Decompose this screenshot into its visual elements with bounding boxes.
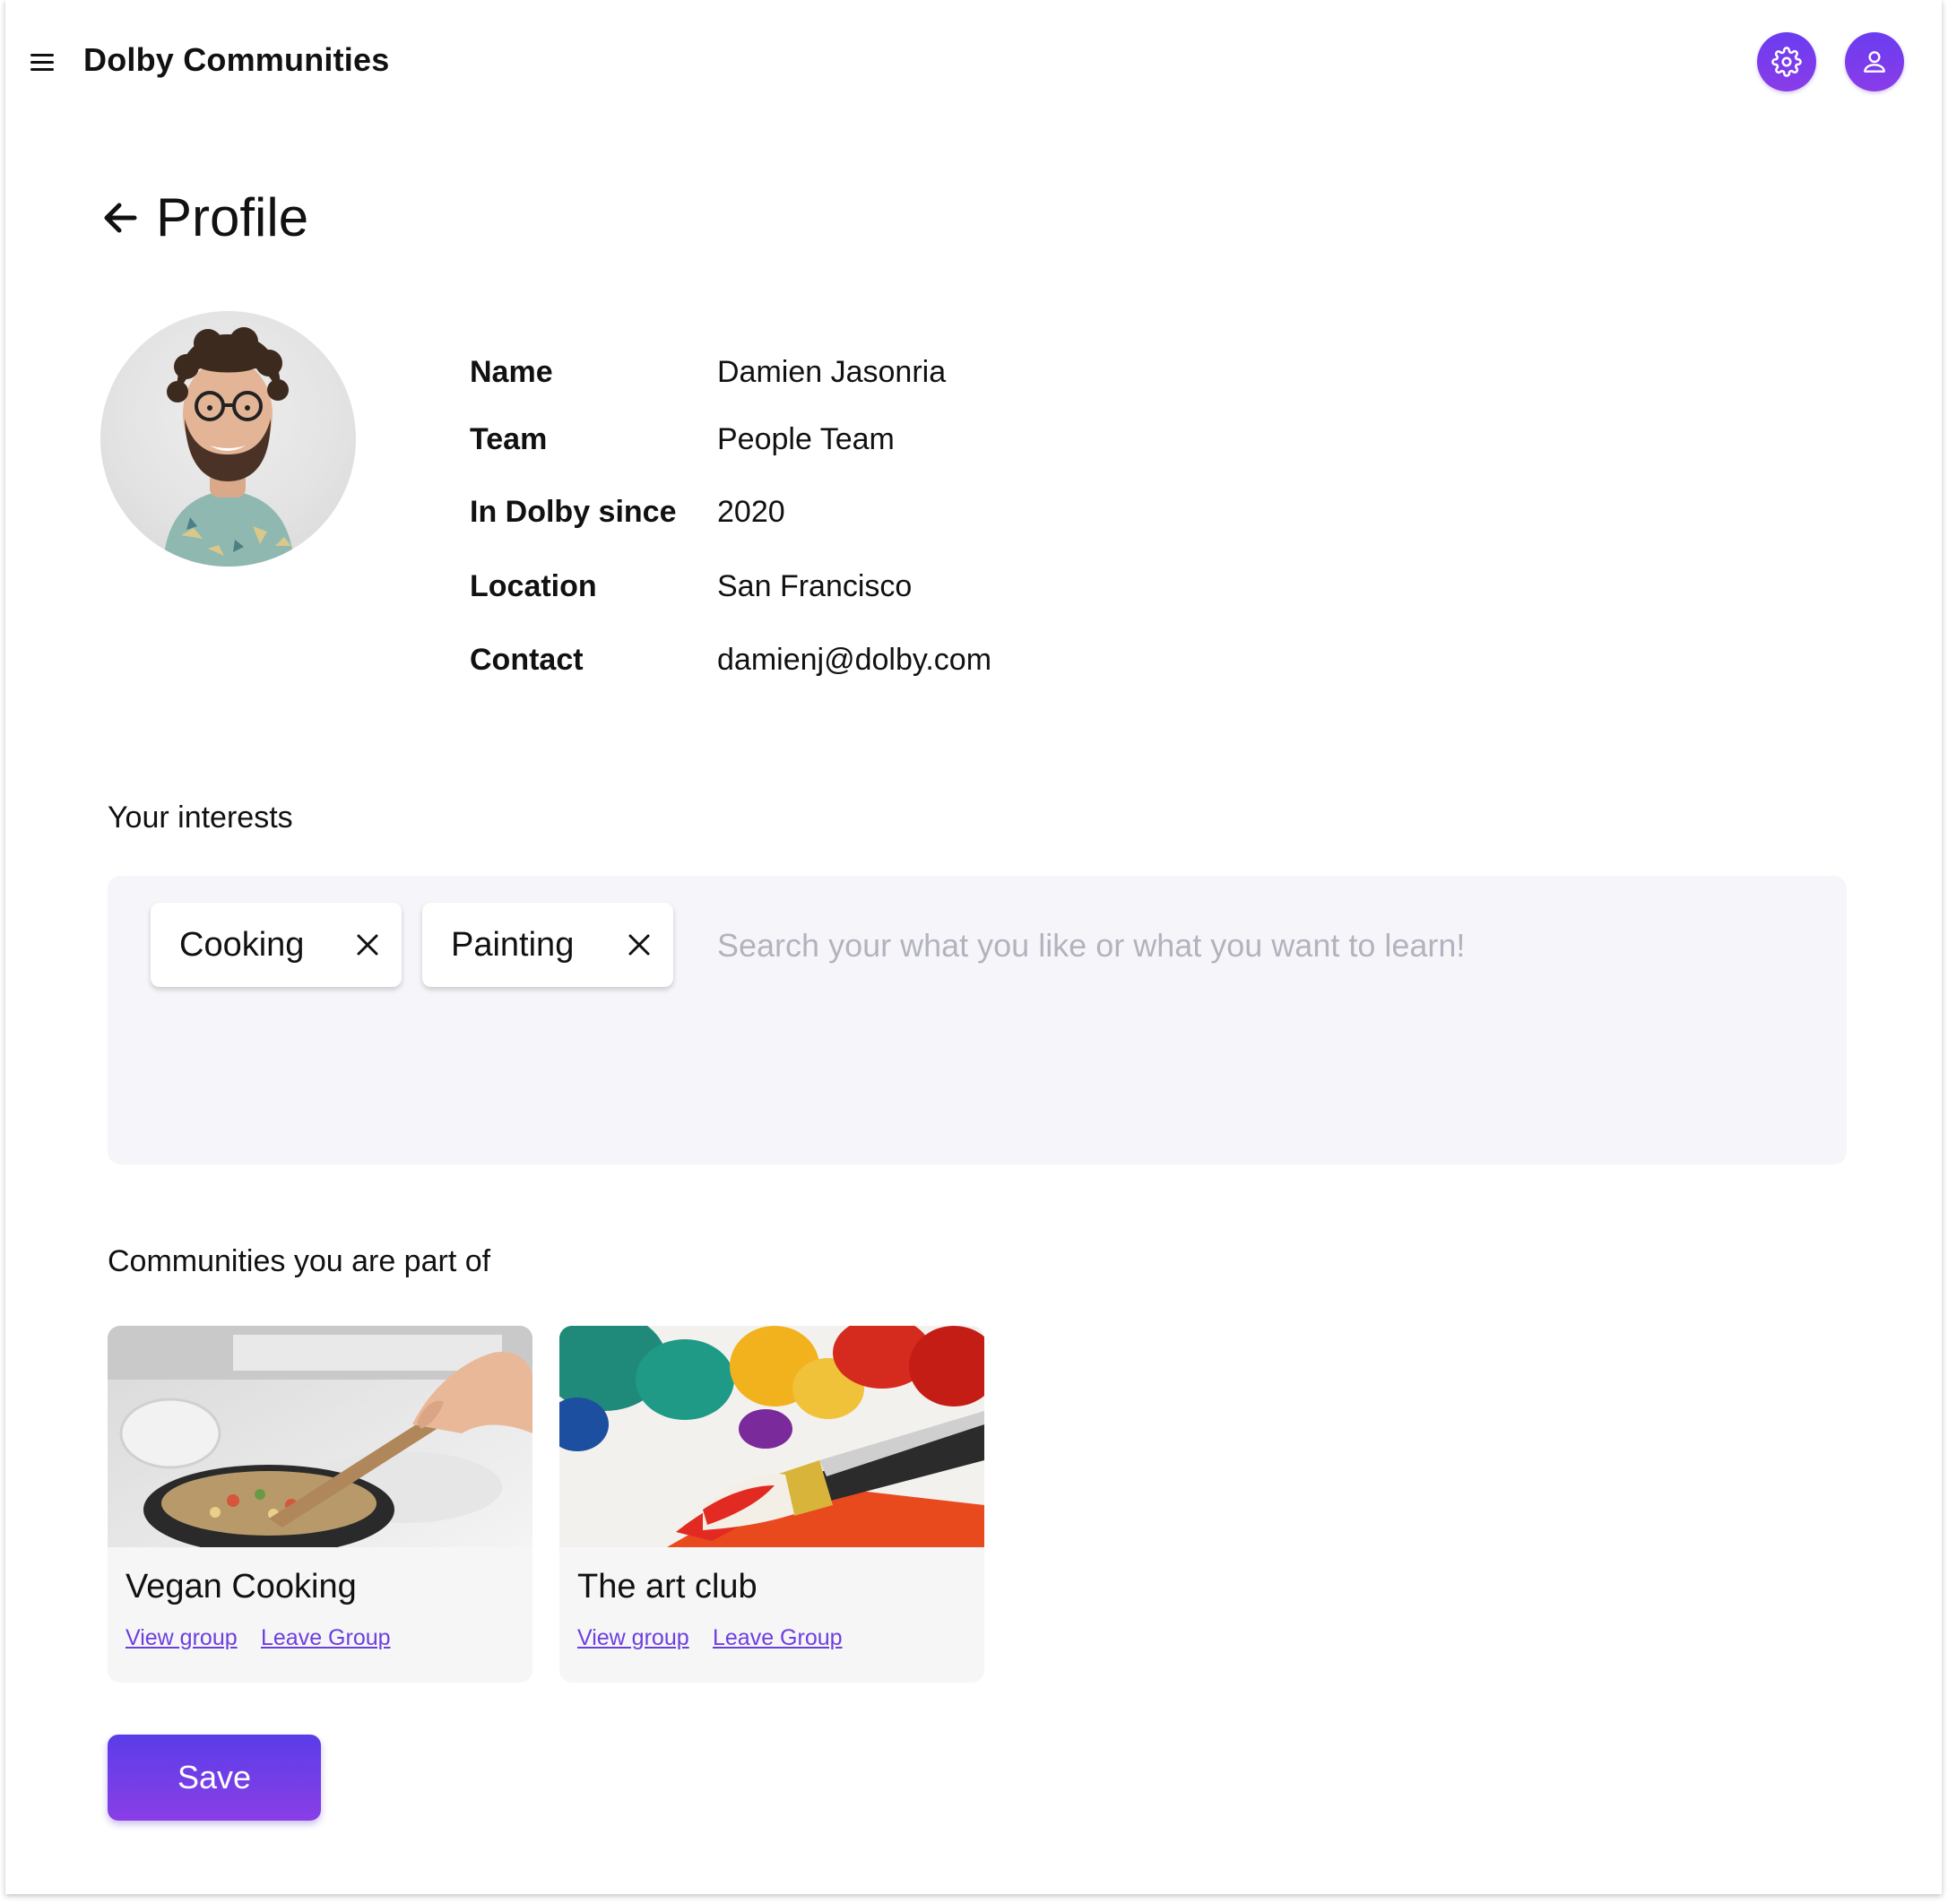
- interests-heading: Your interests: [108, 801, 293, 835]
- account-button[interactable]: [1845, 32, 1904, 91]
- save-button[interactable]: Save: [108, 1735, 321, 1821]
- community-image-cooking: [108, 1326, 532, 1547]
- profile-photo: [163, 327, 294, 567]
- community-card-art-club: The art club View group Leave Group: [559, 1326, 984, 1683]
- user-icon: [1864, 51, 1885, 73]
- back-button[interactable]: [100, 199, 142, 237]
- field-label: In Dolby since: [470, 495, 677, 529]
- chip-label: Cooking: [179, 925, 305, 964]
- field-value: People Team: [717, 422, 895, 456]
- top-bar: Dolby Communities: [5, 0, 1942, 125]
- interest-chip-cooking[interactable]: Cooking: [151, 903, 402, 987]
- interest-chip-painting[interactable]: Painting: [422, 903, 673, 987]
- app-window: Dolby Communities Profile Name Damien Ja…: [5, 0, 1942, 1894]
- view-group-link[interactable]: View group: [126, 1625, 238, 1651]
- field-value: damienj@dolby.com: [717, 643, 992, 677]
- leave-group-link[interactable]: Leave Group: [713, 1625, 843, 1651]
- community-image-painting: [559, 1326, 984, 1547]
- field-value: Damien Jasonria: [717, 355, 947, 389]
- arrow-left-icon: [104, 203, 137, 233]
- leave-group-link[interactable]: Leave Group: [261, 1625, 391, 1651]
- profile-avatar: [100, 311, 356, 567]
- field-label: Location: [470, 569, 597, 603]
- field-value: 2020: [717, 495, 785, 529]
- hamburger-menu-icon[interactable]: [25, 47, 59, 77]
- interest-search-input[interactable]: [717, 919, 1793, 973]
- view-group-link[interactable]: View group: [577, 1625, 689, 1651]
- gear-icon: [1771, 47, 1802, 77]
- community-card-vegan-cooking: Vegan Cooking View group Leave Group: [108, 1326, 532, 1683]
- community-title: Vegan Cooking: [126, 1568, 357, 1605]
- settings-button[interactable]: [1757, 32, 1816, 91]
- field-label: Name: [470, 355, 553, 389]
- chip-label: Painting: [451, 925, 575, 964]
- interests-box[interactable]: Cooking Painting: [108, 876, 1847, 1164]
- app-title: Dolby Communities: [83, 41, 390, 78]
- page-title: Profile: [156, 187, 309, 247]
- close-icon[interactable]: [355, 932, 380, 957]
- community-title: The art club: [577, 1568, 758, 1605]
- communities-heading: Communities you are part of: [108, 1244, 491, 1278]
- close-icon[interactable]: [627, 932, 652, 957]
- field-value: San Francisco: [717, 569, 913, 603]
- field-label: Team: [470, 422, 548, 456]
- field-label: Contact: [470, 643, 584, 677]
